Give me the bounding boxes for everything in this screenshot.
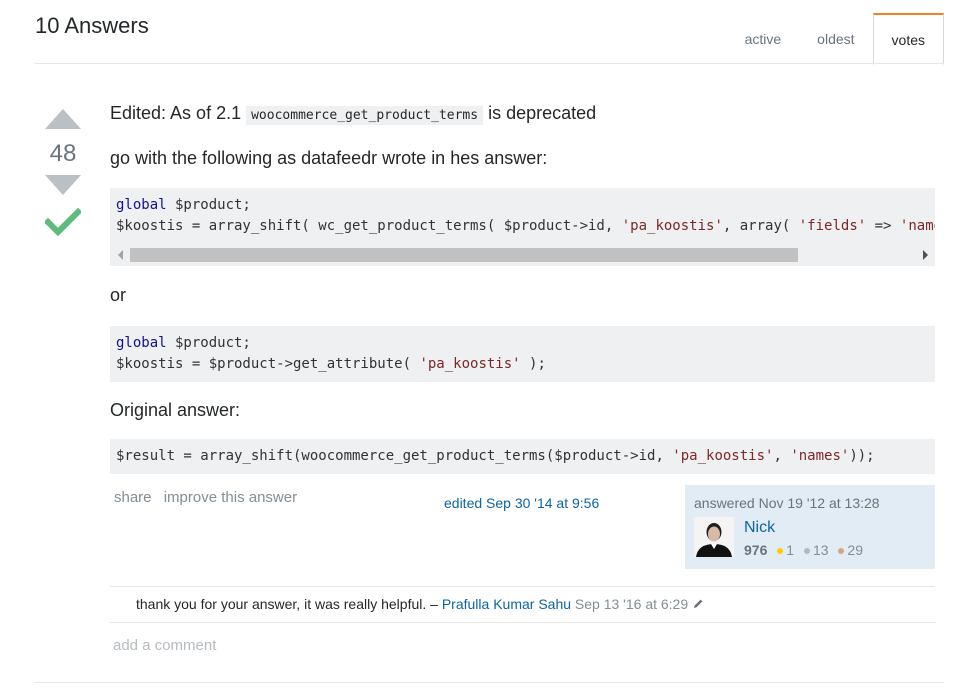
code-string: 'pa_koostis' [672,448,774,464]
bronze-badge-icon [838,547,845,554]
code-block-2: global $product; $koostis = $product->ge… [110,326,935,382]
pencil-icon [692,596,704,612]
comment-dash: – [426,596,442,612]
add-comment-link[interactable]: add a comment [113,637,216,654]
tab-votes[interactable]: votes [872,13,944,65]
code-block-1-pre: global $product; $koostis = array_shift(… [110,188,935,244]
sort-tabs: active oldest votes [727,13,944,65]
answer-body: Edited: As of 2.1 woocommerce_get_produc… [110,100,935,474]
share-link[interactable]: share [114,489,152,506]
tab-oldest[interactable]: oldest [799,13,872,64]
code-block-3-pre: $result = array_shift(woocommerce_get_pr… [110,439,935,474]
bronze-badge-count: 29 [847,542,863,558]
improve-answer-link[interactable]: improve this answer [164,489,297,506]
tab-active[interactable]: active [727,13,800,64]
code-string: 'names' [899,218,935,234]
inline-code: woocommerce_get_product_terms [246,106,484,125]
scroll-left-icon[interactable] [118,250,123,260]
code-text: => [866,218,900,234]
gold-badge-count: 1 [786,542,795,558]
downvote-arrow-icon[interactable] [45,175,81,195]
user-stats: 976 1 13 29 [744,542,863,558]
post-menu: share improve this answer [114,489,305,506]
code-string: 'pa_koostis' [621,218,723,234]
comment-date[interactable]: Sep 13 '16 at 6:29 [575,596,688,612]
code-block-1: global $product; $koostis = array_shift(… [110,188,935,266]
vote-cell: 48 [40,105,86,242]
scrollbar-thumb[interactable] [130,248,798,262]
text-segment: is deprecated [488,103,597,123]
answer-divider [35,682,944,683]
code-text: $koostis = $product->get_attribute( [116,356,420,372]
upvote-arrow-icon[interactable] [45,109,81,129]
code-text: $result = array_shift(woocommerce_get_pr… [116,448,673,464]
text-segment: Edited: As of 2.1 [110,103,242,123]
answer-paragraph: or [110,285,127,305]
silver-badge-count: 13 [812,542,829,558]
answer-paragraph-edited: Edited: As of 2.1 woocommerce_get_produc… [110,100,935,129]
gold-badge-icon [777,547,784,554]
vote-count: 48 [49,140,77,167]
code-text: $koostis = array_shift( wc_get_product_t… [116,218,622,234]
avatar[interactable] [694,517,734,557]
answer-paragraph: go with the following as datafeedr wrote… [110,148,548,168]
answers-count-heading: 10 Answers [35,13,149,38]
comment: thank you for your answer, it was really… [110,587,935,623]
user-card: answered Nov 19 '12 at 13:28 Nick 976 1 … [685,485,935,569]
code-text: , [773,448,791,464]
code-keyword: global [116,335,167,351]
reputation-score: 976 [744,542,768,558]
checkmark-icon [43,207,83,242]
code-block-3: $result = array_shift(woocommerce_get_pr… [110,439,935,474]
code-block-2-pre: global $product; $koostis = $product->ge… [110,326,935,382]
code-text: $product; [166,335,251,351]
answer-paragraph: Original answer: [110,400,241,420]
code-text: )); [849,448,875,464]
user-name-link[interactable]: Nick [744,519,775,537]
comment-user-link[interactable]: Prafulla Kumar Sahu [442,596,571,612]
header-divider [35,63,944,64]
horizontal-scrollbar[interactable] [110,244,935,266]
silver-badge-icon [803,547,810,554]
code-string: 'fields' [798,218,867,234]
edited-link[interactable]: edited Sep 30 '14 at 9:56 [444,495,599,511]
scroll-right-icon[interactable] [923,250,928,260]
comments-list: thank you for your answer, it was really… [110,586,935,623]
answered-time: answered Nov 19 '12 at 13:28 [694,495,880,511]
code-string: 'names' [790,448,850,464]
code-text: ); [520,356,546,372]
comment-text: thank you for your answer, it was really… [136,596,427,612]
code-text: , array( [722,218,799,234]
code-text: $product; [166,197,251,213]
code-keyword: global [116,197,167,213]
code-string: 'pa_koostis' [419,356,521,372]
